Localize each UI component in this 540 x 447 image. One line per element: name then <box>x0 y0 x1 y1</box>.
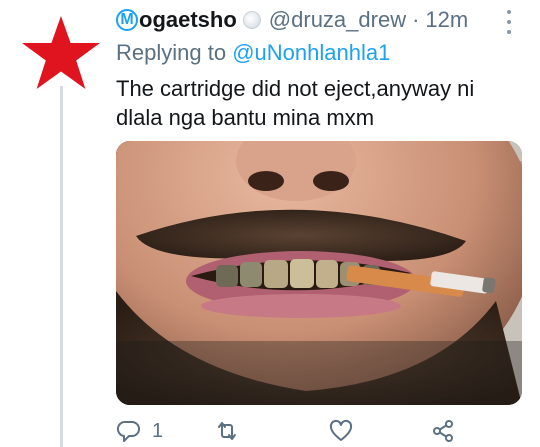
tweet-actions: 1 <box>116 418 516 447</box>
retweet-icon <box>218 422 236 440</box>
avatar[interactable] <box>20 14 102 96</box>
tweet-header: M ogaetsho @druza_drew · 12m <box>116 6 468 34</box>
moon-emoji-icon <box>242 11 261 29</box>
name-badge: M <box>116 9 138 31</box>
timestamp[interactable]: 12m <box>425 7 468 33</box>
reply-icon <box>116 420 140 442</box>
more-icon[interactable] <box>499 10 519 34</box>
tweet-text: The cartridge did not eject,anyway ni dl… <box>116 76 475 130</box>
user-handle[interactable]: @druza_drew <box>269 7 406 33</box>
photo-icon <box>116 141 522 405</box>
red-star-icon <box>22 16 100 89</box>
thread-line <box>60 86 63 447</box>
like-button[interactable] <box>328 418 354 444</box>
reply-context: Replying to @uNonhlanhla1 <box>116 40 390 66</box>
share-button[interactable] <box>430 418 456 444</box>
reply-count: 1 <box>152 419 164 442</box>
retweet-button[interactable] <box>214 418 240 444</box>
heart-icon <box>329 419 353 441</box>
tweet-photo[interactable] <box>116 141 522 405</box>
share-icon <box>433 420 453 442</box>
display-name[interactable]: ogaetsho <box>139 7 237 33</box>
replying-prefix: Replying to <box>116 40 227 65</box>
separator: · <box>412 7 420 32</box>
reply-mention-link[interactable]: @uNonhlanhla1 <box>232 40 390 65</box>
reply-button[interactable]: 1 <box>116 418 163 444</box>
